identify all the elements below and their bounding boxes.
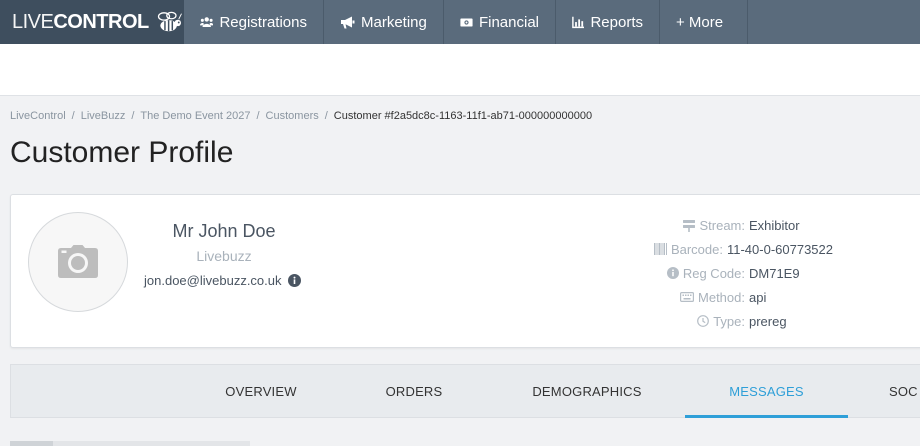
method-row: Method: api: [637, 285, 833, 309]
breadcrumb-livebuzz[interactable]: LiveBuzz: [81, 110, 126, 122]
type-row: Type: prereg: [637, 309, 833, 333]
method-label: Method:: [698, 289, 745, 305]
users-icon: [200, 17, 214, 28]
regcode-row: Reg Code: DM71E9: [637, 261, 833, 285]
type-label: Type:: [713, 313, 745, 329]
breadcrumb-separator: /: [131, 110, 135, 122]
bullhorn-icon: [341, 16, 355, 28]
nav-marketing[interactable]: Marketing: [324, 0, 444, 44]
breadcrumb-livecontrol[interactable]: LiveControl: [10, 110, 66, 122]
tab-overview[interactable]: OVERVIEW: [197, 365, 325, 417]
avatar[interactable]: [28, 212, 128, 312]
breadcrumb-separator: /: [324, 110, 328, 122]
keyboard-icon: [680, 292, 695, 302]
breadcrumb-customers[interactable]: Customers: [266, 110, 319, 122]
page-title: Customer Profile: [10, 136, 234, 169]
camera-icon: [58, 245, 98, 278]
profile-tabs: OVERVIEW ORDERS DEMOGRAPHICS MESSAGES SO…: [10, 364, 920, 418]
tab-social[interactable]: SOC: [889, 365, 920, 417]
clock-icon: [697, 315, 710, 327]
stream-value: Exhibitor: [749, 217, 800, 233]
nav-reports-label: Reports: [590, 13, 643, 31]
nav-financial-label: Financial: [478, 13, 539, 31]
type-value: prereg: [749, 313, 787, 329]
barcode-value: 11-40-0-60773522: [726, 241, 833, 257]
breadcrumb: LiveControl / LiveBuzz / The Demo Event 2027…: [10, 110, 592, 122]
customer-profile-card: Mr John Doe Livebuzz jon.doe@livebuzz.co…: [10, 194, 920, 348]
livecontrol-logo[interactable]: LIVE CONTROL: [0, 0, 184, 44]
logo-text-control: CONTROL: [53, 10, 149, 33]
barcode-label: Barcode:: [670, 241, 723, 257]
customer-company: Livebuzz: [196, 248, 252, 264]
top-navbar: LIVE CONTROL Registrations Marketing Fina…: [0, 0, 920, 44]
bar-chart-icon: [572, 16, 585, 28]
nav-marketing-label: Marketing: [361, 13, 427, 31]
registration-details: Stream: Exhibitor Barcode: 11-40-0-60773…: [637, 213, 897, 333]
tab-demographics[interactable]: DEMOGRAPHICS: [507, 365, 667, 417]
nav-registrations[interactable]: Registrations: [184, 0, 324, 44]
info-circle-icon: [666, 267, 679, 279]
nav-registrations-label: Registrations: [219, 13, 307, 31]
nav-more-label: + More: [676, 13, 724, 31]
bee-icon: [157, 11, 182, 32]
nav-reports[interactable]: Reports: [556, 0, 660, 44]
secondary-toolbar: [0, 44, 920, 96]
nav-more[interactable]: + More: [660, 0, 748, 44]
horizontal-scrollbar[interactable]: [10, 441, 250, 446]
info-icon[interactable]: [287, 274, 301, 287]
customer-email: jon.doe@livebuzz.co.uk: [144, 273, 301, 288]
stream-label: Stream:: [699, 217, 745, 233]
method-value: api: [749, 289, 767, 305]
signpost-icon: [683, 219, 696, 232]
breadcrumb-event[interactable]: The Demo Event 2027: [140, 110, 250, 122]
regcode-label: Reg Code:: [682, 265, 745, 281]
nav-financial[interactable]: Financial: [444, 0, 556, 44]
customer-email-text[interactable]: jon.doe@livebuzz.co.uk: [144, 273, 282, 288]
breadcrumb-separator: /: [71, 110, 75, 122]
barcode-icon: [653, 243, 667, 255]
stream-row: Stream: Exhibitor: [637, 213, 833, 237]
breadcrumb-separator: /: [256, 110, 260, 122]
tab-messages[interactable]: MESSAGES: [685, 365, 848, 418]
scrollbar-thumb[interactable]: [10, 441, 53, 446]
money-bill-icon: [460, 17, 473, 27]
barcode-row: Barcode: 11-40-0-60773522: [637, 237, 833, 261]
regcode-value: DM71E9: [749, 265, 800, 281]
logo-text-live: LIVE: [12, 10, 54, 33]
customer-name: Mr John Doe: [172, 221, 276, 241]
breadcrumb-current: Customer #f2a5dc8c-1163-11f1-ab71-000000…: [333, 110, 593, 122]
tab-orders[interactable]: ORDERS: [351, 365, 477, 417]
